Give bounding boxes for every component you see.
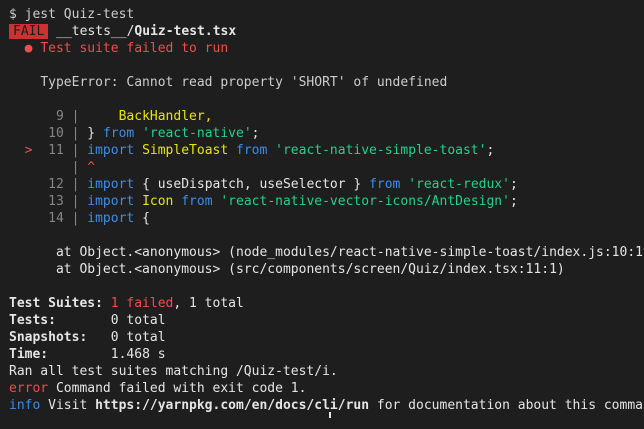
summary-label: Test Suites: (9, 296, 103, 311)
caret-line: | ^ (71, 160, 96, 175)
code-line: 12 | import { useDispatch, useSelector }… (48, 177, 518, 192)
code-line-highlighted: > 11 | import SimpleToast from 'react-na… (24, 143, 495, 158)
code-text: BackHandler, (87, 109, 213, 124)
code-text: ; (486, 143, 495, 158)
suite-error-line: ● Test suite failed to run (9, 40, 229, 57)
yarn-error-tag: error (9, 381, 49, 396)
code-string: 'react-redux' (408, 177, 510, 192)
caret-icon: ^ (87, 160, 96, 175)
summary-failed: 1 failed (110, 296, 174, 311)
error-message: TypeError: Cannot read property 'SHORT' … (9, 74, 447, 91)
summary-suites: Test Suites: 1 failed, 1 total (9, 295, 244, 312)
line-number: 10 (48, 126, 64, 141)
code-line: 14 | import { (48, 211, 150, 226)
yarn-info-tag: info (9, 398, 41, 413)
code-string: 'react-native-simple-toast' (275, 143, 487, 158)
code-text: { (142, 211, 150, 226)
code-keyword: from (369, 177, 401, 192)
stack-location[interactable]: (node_modules/react-native-simple-toast/… (228, 245, 644, 260)
summary-value: 1.468 s (110, 347, 166, 362)
yarn-info-text: for documentation about this command. (369, 398, 644, 413)
line-number: 11 (48, 143, 64, 158)
docs-link[interactable]: https://yarnpkg.com/en/docs/cli/run (95, 398, 369, 413)
command-text: jest Quiz-test (24, 7, 135, 22)
test-result-line: FAIL __tests__/Quiz-test.tsx (9, 23, 236, 40)
code-string: 'react-native-vector-icons/AntDesign' (220, 194, 510, 209)
line-number: 13 (48, 194, 64, 209)
summary-tests: Tests: 0 total (9, 312, 166, 329)
code-keyword: import (87, 143, 135, 158)
stack-frame: at Object.<anonymous> (src/components/sc… (9, 261, 565, 278)
yarn-error-message: Command failed with exit code 1. (48, 381, 307, 396)
bullet-icon: ● (24, 41, 33, 56)
code-keyword: import (87, 177, 135, 192)
code-keyword: import (87, 194, 135, 209)
line-number: 12 (48, 177, 64, 192)
suite-error-title: Test suite failed to run (40, 41, 229, 56)
test-path-prefix: __tests__/ (56, 24, 135, 39)
line-number: 9 (55, 109, 64, 124)
prompt-symbol: $ (9, 7, 17, 22)
summary-snapshots: Snapshots: 0 total (9, 329, 166, 346)
error-marker: > (24, 143, 33, 158)
code-line: 9 | BackHandler, (55, 109, 213, 124)
stack-location[interactable]: (src/components/screen/Quiz/index.tsx:11… (228, 262, 565, 277)
summary-label: Tests: (9, 313, 56, 328)
code-keyword: import (87, 211, 135, 226)
yarn-info-text: Visit (40, 398, 96, 413)
code-identifier: SimpleToast (142, 143, 229, 158)
command-line: $ jest Quiz-test (9, 6, 134, 23)
summary-time: Time: 1.468 s (9, 346, 166, 363)
code-text: { useDispatch, useSelector } (142, 177, 362, 192)
test-path-file: Quiz-test.tsx (134, 24, 237, 39)
summary-value: , 1 total (173, 296, 244, 311)
prompt-line (9, 412, 331, 418)
error-message-text: TypeError: Cannot read property 'SHORT' … (40, 75, 448, 90)
line-number: 14 (48, 211, 64, 226)
code-keyword: from (102, 126, 135, 141)
summary-label: Snapshots: (9, 330, 88, 345)
summary-ran-text: Ran all test suites matching /Quiz-test/… (9, 364, 338, 379)
code-text: ; (251, 126, 260, 141)
fail-badge-text: FAIL (13, 24, 45, 39)
stack-frame: at Object.<anonymous> (node_modules/reac… (9, 244, 644, 261)
summary-ran: Ran all test suites matching /Quiz-test/… (9, 363, 338, 380)
code-keyword: from (181, 194, 213, 209)
code-text: } (87, 126, 103, 141)
code-keyword: from (236, 143, 268, 158)
yarn-error-line: error Command failed with exit code 1. (9, 380, 306, 397)
code-text: ; (509, 194, 518, 209)
code-line: 10 | } from 'react-native'; (48, 126, 260, 141)
code-text: ; (509, 177, 518, 192)
summary-value: 0 total (110, 330, 166, 345)
stack-at: at Object.<anonymous> (55, 245, 221, 260)
fail-badge: FAIL (9, 24, 49, 39)
summary-value: 0 total (110, 313, 166, 328)
cursor-icon (329, 412, 331, 418)
summary-label: Time: (9, 347, 49, 362)
code-identifier: Icon (142, 194, 174, 209)
terminal[interactable]: $ jest Quiz-test FAIL __tests__/Quiz-tes… (0, 0, 644, 418)
code-line: 13 | import Icon from 'react-native-vect… (48, 194, 518, 209)
stack-at: at Object.<anonymous> (55, 262, 221, 277)
code-string: 'react-native' (142, 126, 252, 141)
